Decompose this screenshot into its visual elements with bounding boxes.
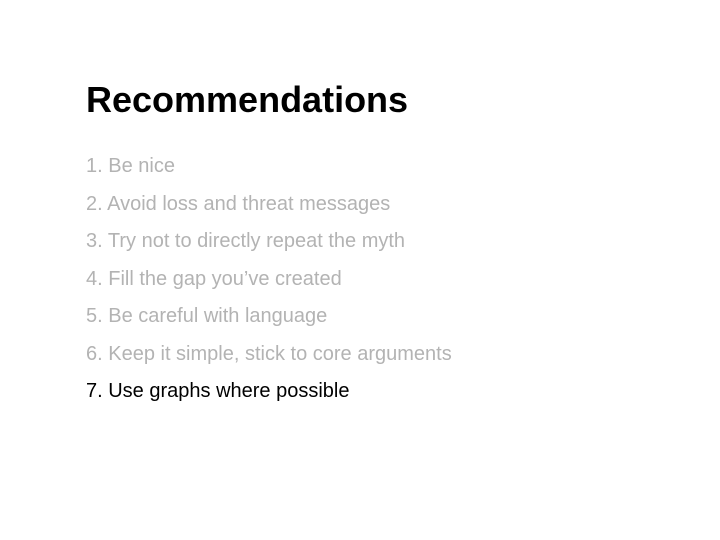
slide: Recommendations 1. Be nice 2. Avoid loss… — [0, 0, 720, 540]
list-item: 2. Avoid loss and threat messages — [86, 192, 391, 215]
list-item: 6. Keep it simple, stick to core argumen… — [86, 342, 452, 365]
list-item: 1. Be nice — [86, 155, 175, 177]
list-item: 4. Fill the gap you’ve created — [86, 267, 342, 290]
list-item: 5. Be careful with language — [86, 305, 328, 327]
slide-title: Recommendations — [86, 79, 409, 120]
list-item-highlighted: 7. Use graphs where possible — [86, 380, 350, 402]
list-item: 3. Try not to directly repeat the myth — [86, 230, 406, 252]
recommendations-list: 1. Be nice 2. Avoid loss and threat mess… — [86, 154, 452, 417]
